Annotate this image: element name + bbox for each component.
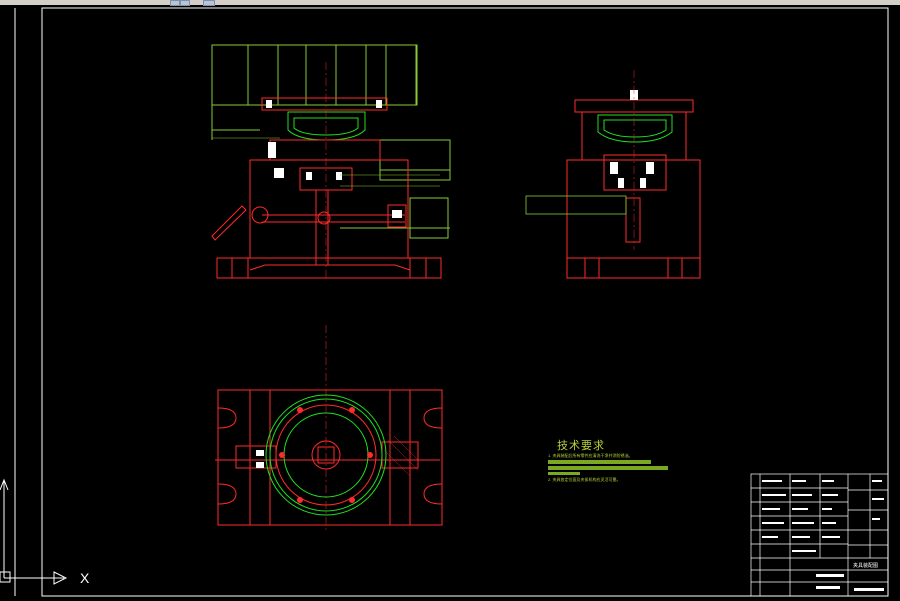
drawing-border — [41, 7, 889, 597]
tech-requirements-title: 技术要求 — [557, 440, 605, 452]
tech-requirement-line-1: 1. 夹具装配后所有零件应清洗干净并涂防锈油。 — [548, 453, 633, 458]
title-block — [750, 473, 889, 597]
tech-requirement-bars — [548, 460, 668, 475]
tech-requirement-line-2: 2. 夹具各定位面及夹紧机构应灵活可靠。 — [548, 477, 621, 482]
ucs-icon — [0, 478, 68, 585]
drawing-canvas[interactable] — [0, 5, 900, 601]
drawing-name-label: 夹具装配图 — [853, 563, 879, 569]
side-view — [525, 70, 701, 279]
ucs-x-label: X — [80, 570, 90, 586]
title-block-text-marks — [762, 480, 884, 591]
top-view — [215, 325, 443, 530]
front-view — [211, 44, 451, 280]
